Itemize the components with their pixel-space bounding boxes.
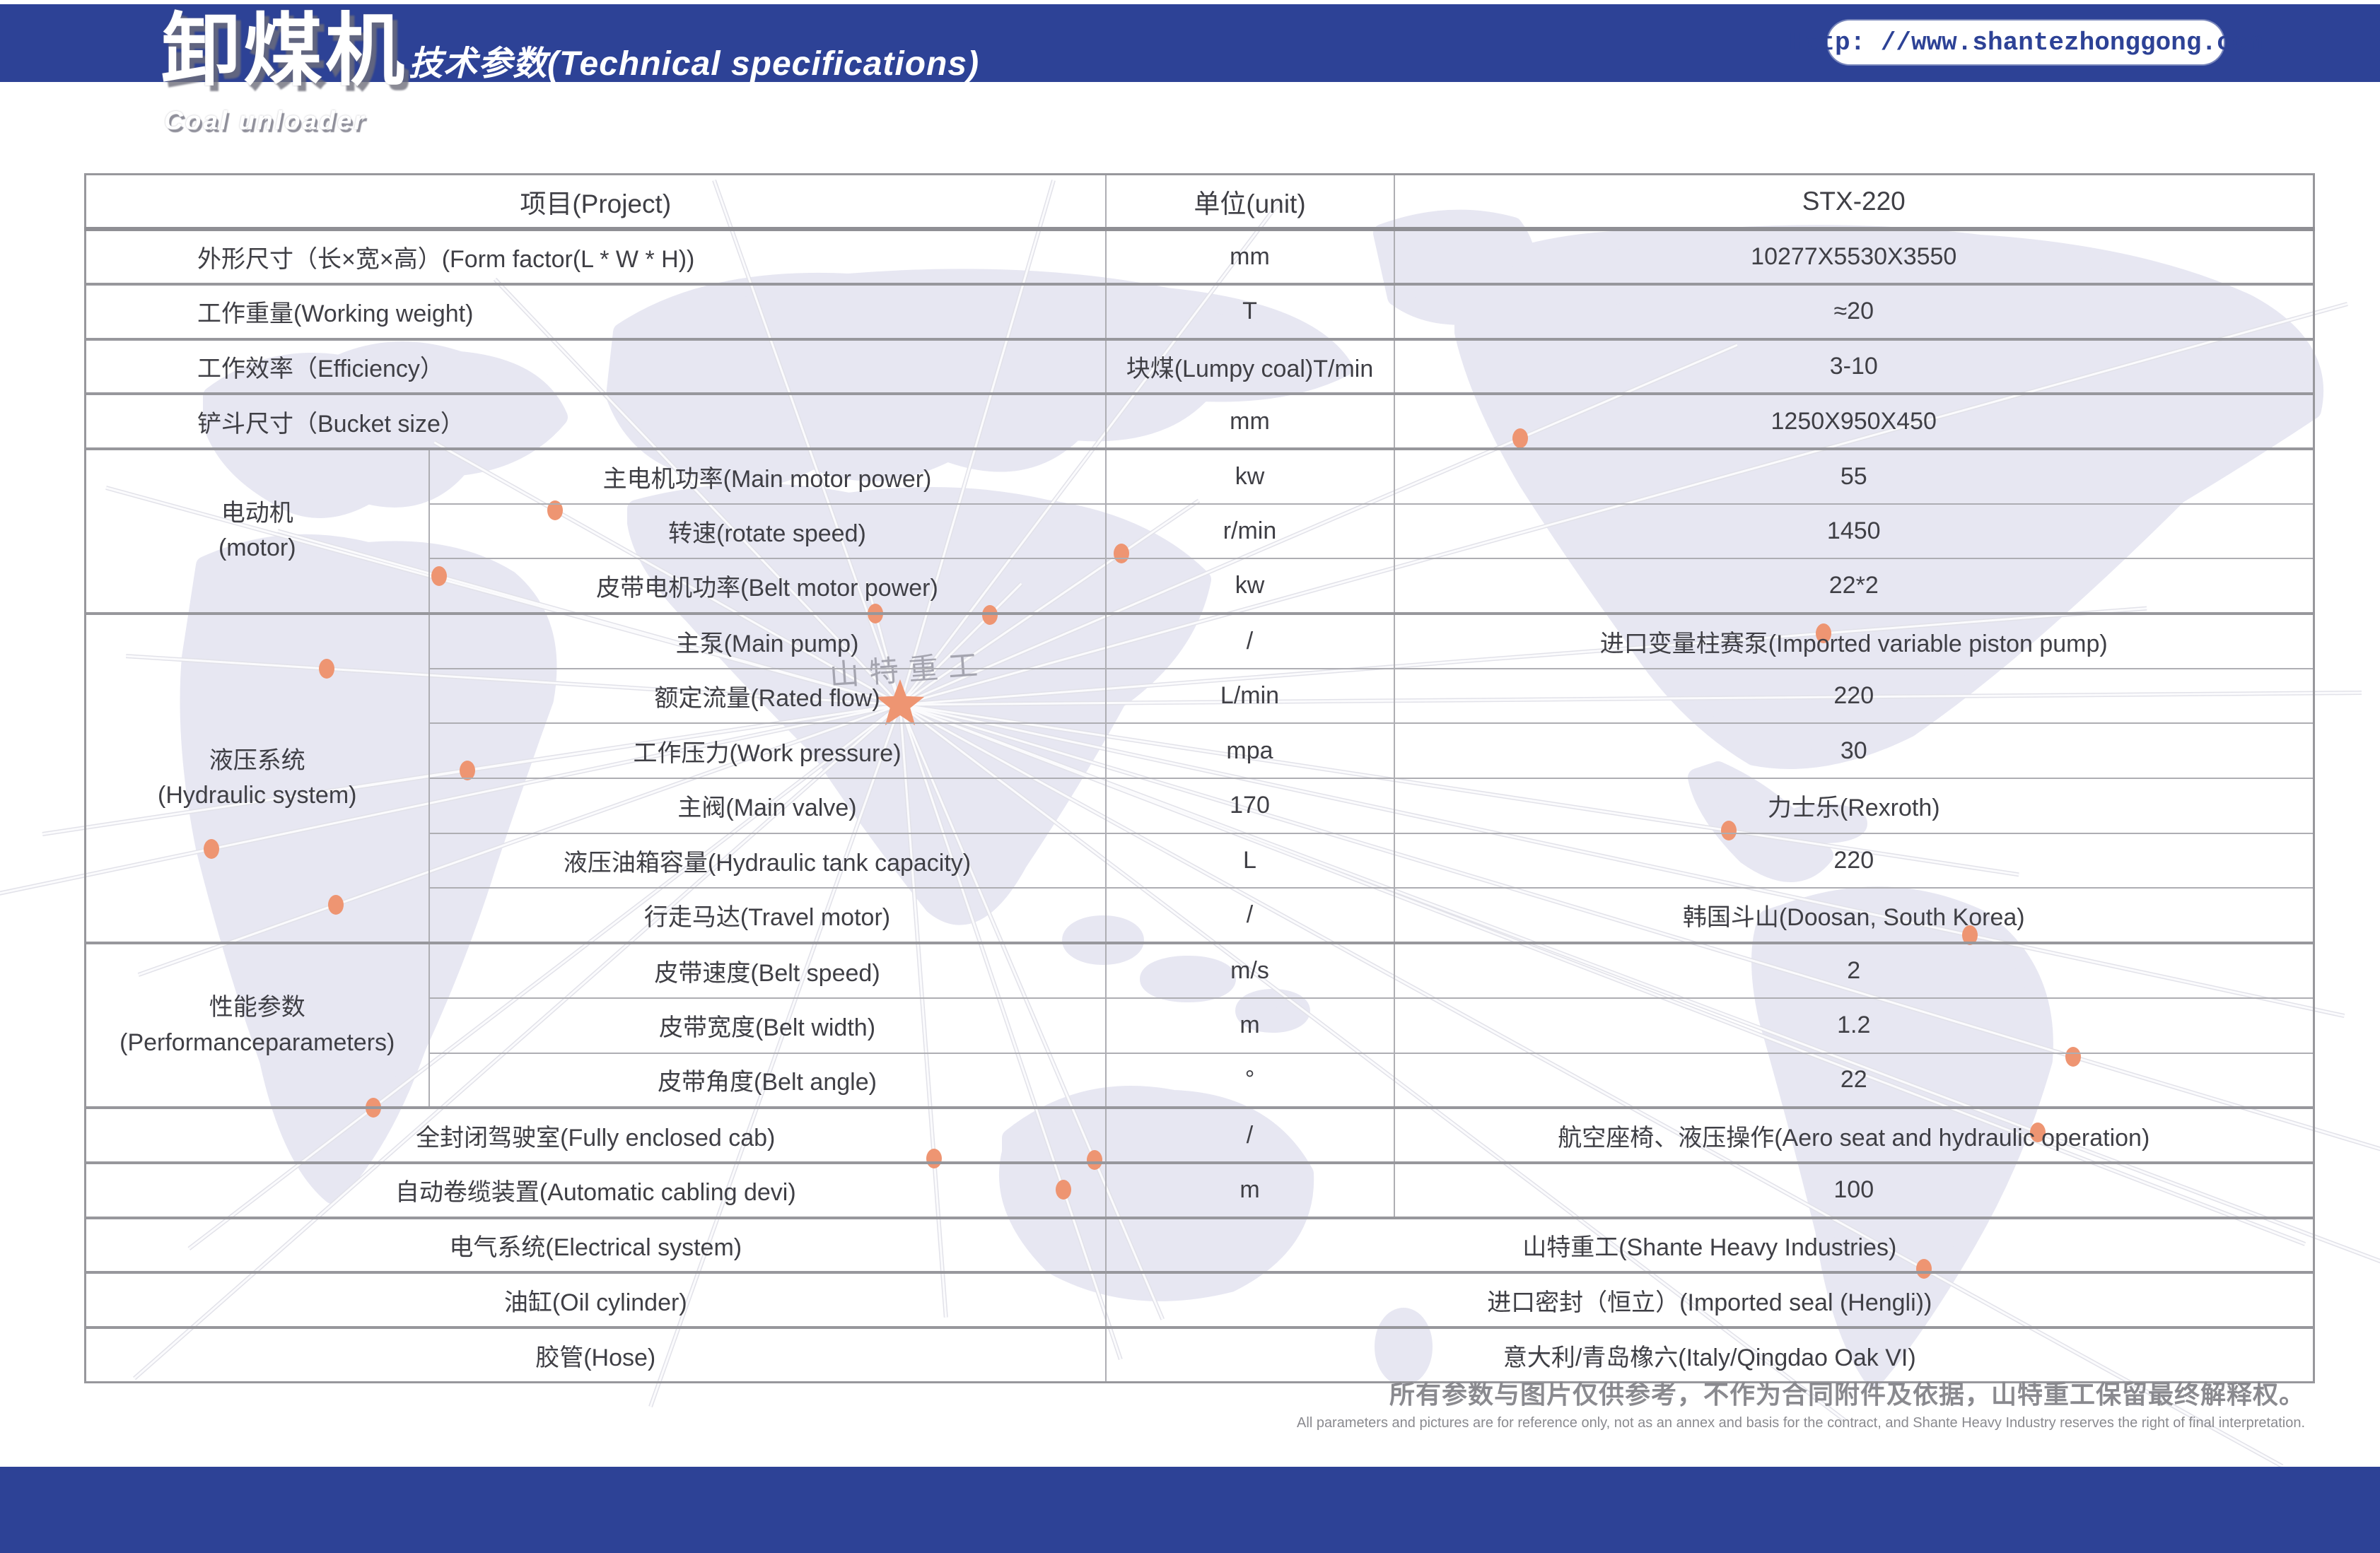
spec-unit-cell: mm	[1106, 229, 1394, 284]
spec-unit-cell: /	[1106, 1108, 1394, 1163]
spec-label-cell: 自动卷缆装置(Automatic cabling devi)	[86, 1163, 1106, 1218]
spec-value-cell: 220	[1394, 833, 2314, 889]
logo-english: Coal unloader	[164, 106, 366, 136]
table-row: 电动机(motor)主电机功率(Main motor power)kw55	[86, 449, 2314, 504]
spec-unit-cell: m	[1106, 1163, 1394, 1218]
spec-label-cell: 全封闭驾驶室(Fully enclosed cab)	[86, 1108, 1106, 1163]
logo-chinese: 卸煤机	[161, 11, 407, 90]
spec-unit-cell: m/s	[1106, 943, 1394, 998]
disclaimer-chinese: 所有参数与图片仅供参考，不作为合同附件及依据，山特重工保留最终解释权。	[1297, 1374, 2305, 1411]
spec-label-cell: 主阀(Main valve)	[429, 778, 1106, 833]
footer-bar	[0, 1467, 2380, 1553]
spec-value-cell: 22*2	[1394, 558, 2314, 614]
spec-unit-cell: m	[1106, 998, 1394, 1053]
spec-label-cell: 转速(rotate speed)	[429, 504, 1106, 559]
spec-label-cell: 工作压力(Work pressure)	[429, 723, 1106, 778]
spec-label-cell: 皮带宽度(Belt width)	[429, 998, 1106, 1053]
spec-unit-cell: /	[1106, 888, 1394, 943]
spec-unit-cell: kw	[1106, 449, 1394, 504]
spec-unit-cell: °	[1106, 1053, 1394, 1108]
table-row: 全封闭驾驶室(Fully enclosed cab)/航空座椅、液压操作(Aer…	[86, 1108, 2314, 1163]
spec-label-cell: 皮带电机功率(Belt motor power)	[429, 558, 1106, 614]
spec-label-cell: 液压油箱容量(Hydraulic tank capacity)	[429, 833, 1106, 889]
spec-value-cell: ≈20	[1394, 284, 2314, 339]
spec-label-cell: 工作重量(Working weight)	[86, 284, 1106, 339]
spec-unit-cell: mm	[1106, 394, 1394, 449]
spec-label-cell: 电气系统(Electrical system)	[86, 1218, 1106, 1273]
disclaimer-english: All parameters and pictures are for refe…	[1297, 1415, 2305, 1431]
spec-label-cell: 胶管(Hose)	[86, 1328, 1106, 1383]
column-header-unit: 单位(unit)	[1106, 175, 1394, 230]
spec-label-cell: 工作效率（Efficiency）	[86, 339, 1106, 394]
spec-value-cell: 1450	[1394, 504, 2314, 559]
spec-group-cell: 液压系统(Hydraulic system)	[86, 614, 429, 943]
spec-unit-cell: mpa	[1106, 723, 1394, 778]
spec-unit-cell: L	[1106, 833, 1394, 889]
table-row: 铲斗尺寸（Bucket size）mm1250X950X450	[86, 394, 2314, 449]
spec-label-cell: 外形尺寸（长×宽×高）(Form factor(L * W * H))	[86, 229, 1106, 284]
spec-value-cell: 1250X950X450	[1394, 394, 2314, 449]
spec-unit-cell: T	[1106, 284, 1394, 339]
spec-unit-cell: /	[1106, 614, 1394, 669]
spec-label-cell: 皮带速度(Belt speed)	[429, 943, 1106, 998]
spec-label-cell: 皮带角度(Belt angle)	[429, 1053, 1106, 1108]
column-header-project: 项目(Project)	[86, 175, 1106, 230]
table-row: 电气系统(Electrical system)山特重工(Shante Heavy…	[86, 1218, 2314, 1273]
spec-label-cell: 铲斗尺寸（Bucket size）	[86, 394, 1106, 449]
spec-unit-cell: L/min	[1106, 669, 1394, 724]
table-row: 项目(Project)单位(unit)STX-220	[86, 175, 2314, 230]
disclaimer: 所有参数与图片仅供参考，不作为合同附件及依据，山特重工保留最终解释权。 All …	[1297, 1374, 2305, 1431]
table-row: 工作重量(Working weight)T≈20	[86, 284, 2314, 339]
website-url-badge[interactable]: Http: //www.shantezhonggong.com	[1828, 20, 2224, 64]
page-title: 技术参数(Technical specifications)	[409, 35, 979, 85]
spec-table: 项目(Project)单位(unit)STX-220外形尺寸（长×宽×高）(Fo…	[84, 173, 2315, 1383]
spec-value-cell: 220	[1394, 669, 2314, 724]
spec-value-cell: 1.2	[1394, 998, 2314, 1053]
spec-value-cell: 山特重工(Shante Heavy Industries)	[1106, 1218, 2314, 1273]
spec-label-cell: 主电机功率(Main motor power)	[429, 449, 1106, 504]
spec-unit-cell: r/min	[1106, 504, 1394, 559]
table-row: 外形尺寸（长×宽×高）(Form factor(L * W * H))mm102…	[86, 229, 2314, 284]
spec-label-cell: 额定流量(Rated flow)	[429, 669, 1106, 724]
spec-value-cell: 30	[1394, 723, 2314, 778]
table-row: 自动卷缆装置(Automatic cabling devi)m100	[86, 1163, 2314, 1218]
spec-group-cell: 性能参数(Performanceparameters)	[86, 943, 429, 1108]
spec-label-cell: 油缸(Oil cylinder)	[86, 1272, 1106, 1328]
spec-label-cell: 主泵(Main pump)	[429, 614, 1106, 669]
spec-value-cell: 进口密封（恒立）(Imported seal (Hengli))	[1106, 1272, 2314, 1328]
spec-value-cell: 韩国斗山(Doosan, South Korea)	[1394, 888, 2314, 943]
spec-value-cell: 进口变量柱赛泵(Imported variable piston pump)	[1394, 614, 2314, 669]
spec-value-cell: 航空座椅、液压操作(Aero seat and hydraulic operat…	[1394, 1108, 2314, 1163]
spec-value-cell: 100	[1394, 1163, 2314, 1218]
spec-value-cell: 55	[1394, 449, 2314, 504]
table-row: 油缸(Oil cylinder)进口密封（恒立）(Imported seal (…	[86, 1272, 2314, 1328]
spec-value-cell: 3-10	[1394, 339, 2314, 394]
spec-value-cell: 10277X5530X3550	[1394, 229, 2314, 284]
spec-value-cell: 力士乐(Rexroth)	[1394, 778, 2314, 833]
spec-unit-cell: 170	[1106, 778, 1394, 833]
spec-sheet-page: 山特重工 卸煤机 Coal unloader 技术参数(Technical sp…	[0, 0, 2380, 1553]
website-url-text: Http: //www.shantezhonggong.com	[1789, 28, 2263, 57]
table-row: 液压系统(Hydraulic system)主泵(Main pump)/进口变量…	[86, 614, 2314, 669]
spec-group-cell: 电动机(motor)	[86, 449, 429, 614]
spec-label-cell: 行走马达(Travel motor)	[429, 888, 1106, 943]
column-header-model: STX-220	[1394, 175, 2314, 230]
table-row: 工作效率（Efficiency）块煤(Lumpy coal)T/min3-10	[86, 339, 2314, 394]
spec-value-cell: 2	[1394, 943, 2314, 998]
spec-unit-cell: 块煤(Lumpy coal)T/min	[1106, 339, 1394, 394]
spec-value-cell: 22	[1394, 1053, 2314, 1108]
table-row: 性能参数(Performanceparameters)皮带速度(Belt spe…	[86, 943, 2314, 998]
spec-unit-cell: kw	[1106, 558, 1394, 614]
